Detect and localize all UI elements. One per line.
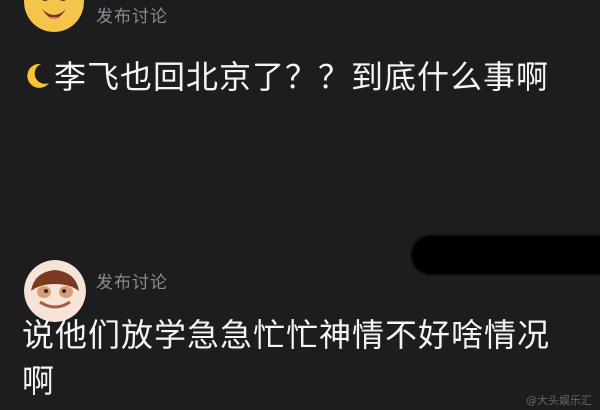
post-item-2: 发布讨论 说他们放学急急忙忙神情不好啥情况啊 [0,238,600,410]
post-body: 说他们放学急急忙忙神情不好啥情况啊 [22,316,551,400]
emoji-avatar-icon [24,0,84,32]
crescent-moon-icon [27,63,49,88]
post-item-1: 发布讨论 李飞也回北京了？？到底什么事啊 [0,0,600,225]
post-meta: 发布讨论 [96,7,168,27]
watermark: @大头娱乐汇 [526,394,592,407]
avatar-icon[interactable] [24,0,84,32]
post-body: 李飞也回北京了？？到底什么事啊 [22,54,580,100]
post-text: 李飞也回北京了？？到底什么事啊 [54,58,550,96]
post-meta: 发布讨论 [96,273,168,293]
